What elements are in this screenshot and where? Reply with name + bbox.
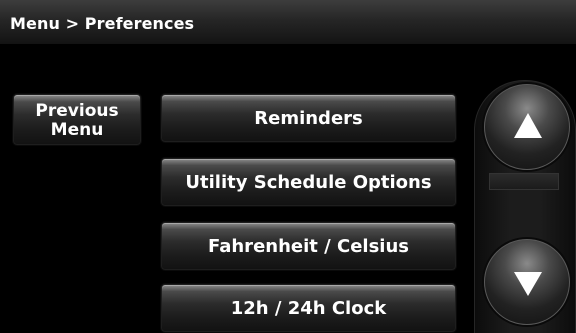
scroll-down-button[interactable] xyxy=(484,239,570,325)
title-bar: Menu > Preferences xyxy=(0,0,576,45)
menu-item-utility-schedule-options[interactable]: Utility Schedule Options xyxy=(161,158,456,206)
arrow-down-icon xyxy=(514,272,542,296)
menu-item-clock-format[interactable]: 12h / 24h Clock xyxy=(161,284,456,332)
menu-item-fahrenheit-celsius[interactable]: Fahrenheit / Celsius xyxy=(161,222,456,270)
menu-item-reminders[interactable]: Reminders xyxy=(161,94,456,142)
previous-menu-button[interactable]: Previous Menu xyxy=(13,94,141,145)
previous-menu-label-line2: Menu xyxy=(50,119,104,140)
scroll-position-indicator xyxy=(489,173,559,190)
scroll-up-button[interactable] xyxy=(484,84,570,170)
menu-item-label: 12h / 24h Clock xyxy=(230,297,387,319)
thermostat-screen: Menu > Preferences Previous Menu Reminde… xyxy=(0,0,576,333)
menu-item-label: Fahrenheit / Celsius xyxy=(207,235,409,257)
previous-menu-label-line1: Previous xyxy=(35,100,119,121)
menu-item-label: Reminders xyxy=(254,107,363,129)
menu-item-label: Utility Schedule Options xyxy=(185,171,432,193)
breadcrumb: Menu > Preferences xyxy=(10,14,195,33)
arrow-up-icon xyxy=(514,113,542,138)
